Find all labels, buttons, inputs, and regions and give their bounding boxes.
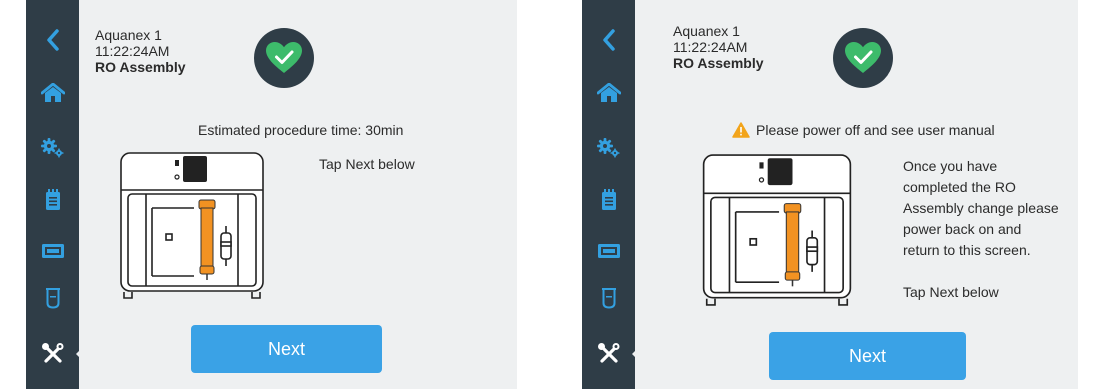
clock: 11:22:24AM: [95, 43, 170, 59]
tools-icon: [41, 343, 63, 363]
beaker-icon: [601, 288, 616, 309]
back-button[interactable]: [26, 20, 79, 60]
nav-home[interactable]: [26, 73, 79, 113]
warning-text: Please power off and see user manual: [756, 122, 995, 138]
procedure-time: Estimated procedure time: 30min: [198, 122, 404, 138]
nav-maintenance[interactable]: [582, 334, 635, 374]
status-badge: [833, 28, 893, 88]
notepad-icon: [45, 189, 60, 210]
header-info: Aquanex 1 11:22:24AM RO Assembly: [673, 23, 764, 71]
instruction-text: Once you have completed the RO Assembly …: [903, 158, 1059, 300]
settings-gears-icon: [596, 138, 619, 158]
nav-log[interactable]: [26, 180, 79, 220]
nav-display[interactable]: [26, 231, 79, 271]
display-icon: [41, 244, 64, 258]
header-info: Aquanex 1 11:22:24AM RO Assembly: [95, 27, 186, 75]
back-arrow-icon: [602, 29, 615, 51]
status-badge: [254, 28, 314, 88]
clock: 11:22:24AM: [673, 39, 748, 55]
sidebar: [582, 0, 641, 389]
back-arrow-icon: [46, 29, 59, 51]
tools-icon: [597, 343, 619, 363]
active-indicator: [76, 345, 85, 363]
ro-cartridge: [783, 203, 802, 287]
warning-message: Please power off and see user manual: [732, 122, 995, 138]
home-icon: [40, 83, 65, 102]
warning-icon: [732, 122, 750, 138]
device-name: Aquanex 1: [95, 27, 162, 43]
sidebar: [26, 0, 85, 389]
instruction-text: Tap Next below: [319, 156, 415, 172]
nav-consumables[interactable]: [582, 278, 635, 318]
home-icon: [596, 83, 621, 102]
beaker-icon: [45, 288, 60, 309]
nav-log[interactable]: [582, 180, 635, 220]
back-button[interactable]: [582, 20, 635, 60]
location-title: RO Assembly: [673, 55, 764, 71]
heart-check-icon: [266, 42, 302, 73]
notepad-icon: [601, 189, 616, 210]
ro-cartridge: [198, 199, 216, 280]
nav-maintenance[interactable]: [26, 334, 79, 374]
nav-home[interactable]: [582, 73, 635, 113]
heart-check-icon: [845, 42, 881, 73]
nav-consumables[interactable]: [26, 278, 79, 318]
device-name: Aquanex 1: [673, 23, 740, 39]
next-button[interactable]: Next: [191, 325, 382, 373]
next-button[interactable]: Next: [769, 332, 966, 380]
nav-settings[interactable]: [26, 128, 79, 168]
nav-settings[interactable]: [582, 128, 635, 168]
location-title: RO Assembly: [95, 59, 186, 75]
screen-ro-assembly-start: Aquanex 1 11:22:24AM RO Assembly Estimat…: [26, 0, 517, 389]
ro-assembly-illustration: [120, 152, 264, 299]
screen-ro-assembly-power-off: Aquanex 1 11:22:24AM RO Assembly Please …: [582, 0, 1078, 389]
display-icon: [597, 244, 620, 258]
nav-display[interactable]: [582, 231, 635, 271]
active-indicator: [632, 345, 641, 363]
ro-assembly-illustration: [702, 154, 852, 306]
settings-gears-icon: [40, 138, 63, 158]
